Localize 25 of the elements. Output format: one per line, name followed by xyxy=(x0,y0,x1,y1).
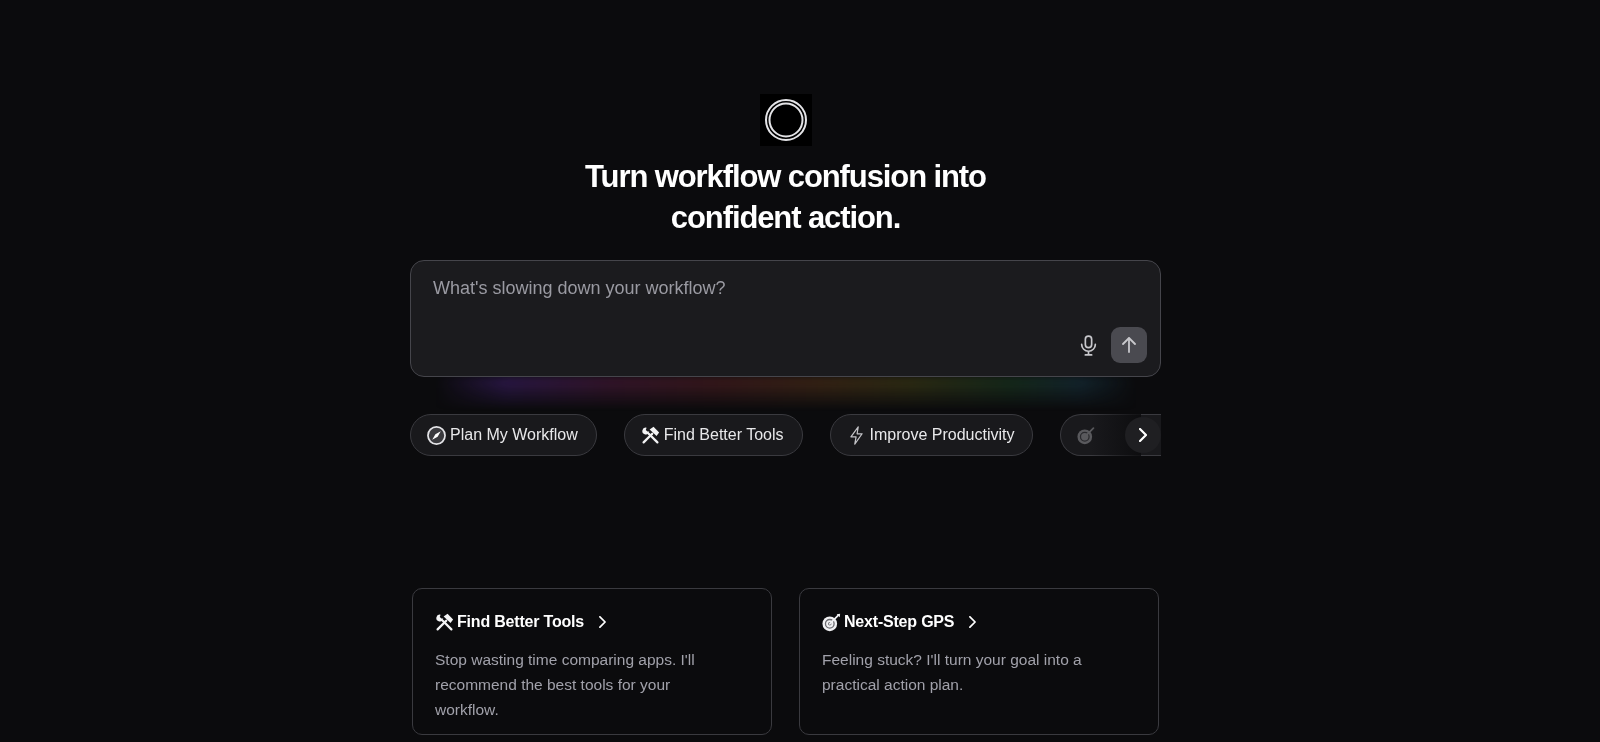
feature-card[interactable]: Next-Step GPS Feeling stuck? I'll turn your goal into a practical action plan. xyxy=(799,588,1159,735)
prompt-input[interactable]: What's slowing down your workflow? xyxy=(433,276,1147,327)
send-button[interactable] xyxy=(1111,327,1147,363)
prompt-field[interactable]: What's slowing down your workflow? xyxy=(410,260,1161,377)
dart-target-icon xyxy=(822,612,841,632)
card-description: Feeling stuck? I'll turn your goal into a practical action plan. xyxy=(822,650,1083,695)
chevron-right-icon xyxy=(598,616,606,628)
hammer-wrench-icon xyxy=(435,612,454,632)
arrow-up-icon xyxy=(1122,337,1136,353)
suggestion-chip[interactable]: Improve Productivity xyxy=(829,414,1034,456)
card-description: Stop wasting time comparing apps. I'll recommend the best tools for your workflow. xyxy=(435,650,696,720)
card-title: Find Better Tools xyxy=(457,613,584,631)
suggestion-chip[interactable]: Find Better Tools xyxy=(623,414,803,456)
compass-icon xyxy=(427,425,446,445)
logo-icon xyxy=(759,94,812,146)
feature-card[interactable]: Find Better Tools Stop wasting time comparing apps. I'll recommend the best tools for your workflow. xyxy=(412,588,772,735)
suggestion-chip[interactable]: Plan My Workflow xyxy=(410,414,597,456)
dart-target-icon xyxy=(1077,425,1097,445)
headline: Turn workflow confusion into confident action. xyxy=(584,158,987,237)
hammer-wrench-icon xyxy=(640,425,660,445)
chevron-right-icon xyxy=(969,616,977,628)
chevron-right-icon xyxy=(1139,428,1147,442)
microphone-icon xyxy=(1080,334,1097,356)
card-title: Next-Step GPS xyxy=(844,613,955,631)
microphone-button[interactable] xyxy=(1080,334,1097,356)
